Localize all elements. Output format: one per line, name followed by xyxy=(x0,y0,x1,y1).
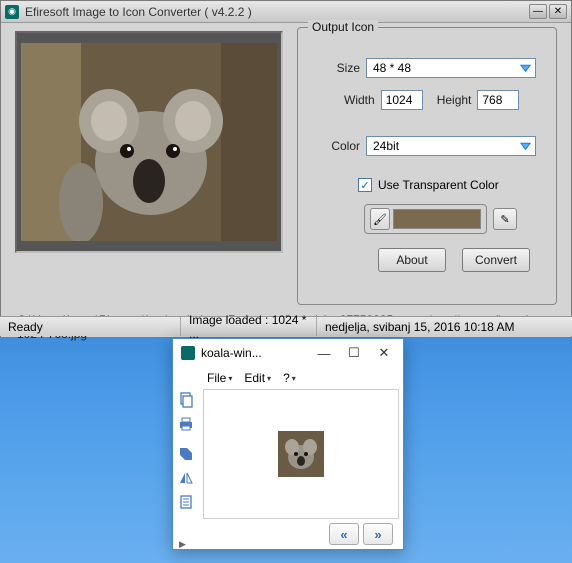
status-ready: Ready xyxy=(0,317,180,336)
flip-icon[interactable] xyxy=(177,469,195,487)
color-picker-group: 🖌 xyxy=(364,204,487,234)
transparent-color-swatch[interactable] xyxy=(393,209,481,229)
color-value: 24bit xyxy=(373,139,399,153)
viewer-app-icon xyxy=(181,346,195,360)
viewer-title: koala-win... xyxy=(201,346,309,360)
color-label: Color xyxy=(324,139,360,153)
about-button[interactable]: About xyxy=(378,248,446,272)
tag-icon[interactable] xyxy=(177,445,195,463)
document-icon[interactable] xyxy=(177,493,195,511)
transparent-checkbox[interactable]: ✓ xyxy=(358,178,372,192)
palette-icon[interactable]: 🖌 xyxy=(370,208,390,230)
height-input[interactable]: 768 xyxy=(477,90,519,110)
viewer-toolbar xyxy=(177,391,199,511)
play-icon[interactable]: ▶ xyxy=(179,539,193,549)
app-icon: ◉ xyxy=(5,5,19,19)
size-combo[interactable]: 48 * 48 xyxy=(366,58,536,78)
viewer-canvas xyxy=(203,389,399,519)
size-value: 48 * 48 xyxy=(373,61,411,75)
caret-icon: ▾ xyxy=(292,374,296,383)
window-title: Efiresoft Image to Icon Converter ( v4.2… xyxy=(25,5,529,19)
menu-file[interactable]: File▾ xyxy=(203,369,236,387)
size-label: Size xyxy=(330,61,360,75)
viewer-menubar: File▾ Edit▾ ?▾ xyxy=(173,367,403,389)
titlebar[interactable]: ◉ Efiresoft Image to Icon Converter ( v4… xyxy=(1,1,571,23)
width-input[interactable]: 1024 xyxy=(381,90,423,110)
convert-button[interactable]: Convert xyxy=(462,248,530,272)
viewer-titlebar[interactable]: koala-win... — ☐ ✕ xyxy=(173,339,403,367)
viewer-maximize-button[interactable]: ☐ xyxy=(339,341,369,365)
eyedropper-button[interactable]: ✎ xyxy=(493,208,517,230)
transparent-label: Use Transparent Color xyxy=(378,178,499,192)
viewer-window: koala-win... — ☐ ✕ File▾ Edit▾ ?▾ xyxy=(172,338,404,550)
print-icon[interactable] xyxy=(177,415,195,433)
minimize-button[interactable]: — xyxy=(529,4,547,19)
copy-icon[interactable] xyxy=(177,391,195,409)
caret-icon: ▾ xyxy=(228,374,232,383)
close-button[interactable]: ✕ xyxy=(549,4,567,19)
output-group-label: Output Icon xyxy=(308,20,378,34)
prev-button[interactable]: « xyxy=(329,523,359,545)
next-button[interactable]: » xyxy=(363,523,393,545)
viewer-minimize-button[interactable]: — xyxy=(309,341,339,365)
icon-thumbnail xyxy=(278,431,324,477)
height-label: Height xyxy=(437,93,472,107)
dropdown-arrow-icon xyxy=(517,139,533,153)
menu-help[interactable]: ?▾ xyxy=(279,369,300,387)
width-label: Width xyxy=(344,93,375,107)
image-preview xyxy=(15,31,283,253)
status-datetime: nedjelja, svibanj 15, 2016 10:18 AM xyxy=(316,317,572,336)
output-icon-group: Output Icon Size 48 * 48 Width 1024 Heig… xyxy=(297,27,557,305)
koala-image xyxy=(21,43,277,241)
color-combo[interactable]: 24bit xyxy=(366,136,536,156)
viewer-close-button[interactable]: ✕ xyxy=(369,341,399,365)
main-window: ◉ Efiresoft Image to Icon Converter ( v4… xyxy=(0,0,572,338)
menu-edit[interactable]: Edit▾ xyxy=(240,369,275,387)
caret-icon: ▾ xyxy=(267,374,271,383)
statusbar: Ready Image loaded : 1024 * ... nedjelja… xyxy=(0,316,572,336)
dropdown-arrow-icon xyxy=(517,61,533,75)
status-loaded: Image loaded : 1024 * ... xyxy=(180,317,316,336)
